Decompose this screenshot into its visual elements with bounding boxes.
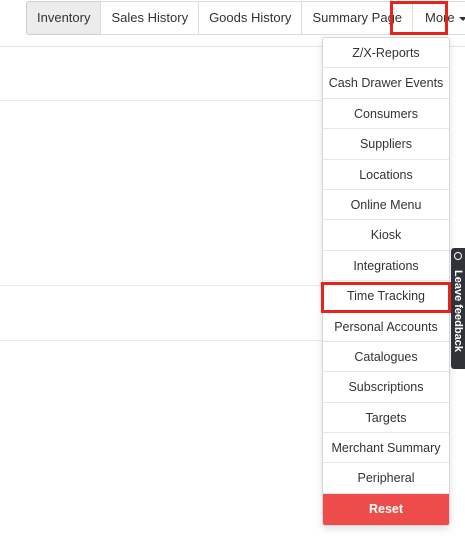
leave-feedback-tab[interactable]: Leave feedback xyxy=(451,248,465,369)
menu-item-consumers[interactable]: Consumers xyxy=(323,99,449,130)
menu-item-online-menu[interactable]: Online Menu xyxy=(323,190,449,221)
reset-button[interactable]: Reset xyxy=(323,493,449,525)
menu-item-personal-accounts[interactable]: Personal Accounts xyxy=(323,312,449,342)
content-divider xyxy=(0,285,325,286)
menu-item-targets[interactable]: Targets xyxy=(323,403,449,434)
more-label: More xyxy=(425,10,455,25)
menu-item-locations[interactable]: Locations xyxy=(323,160,449,190)
menu-item-cash-drawer-events[interactable]: Cash Drawer Events xyxy=(323,68,449,99)
content-divider xyxy=(0,340,325,341)
tab-summary-page[interactable]: Summary Page xyxy=(301,1,414,35)
menu-item-subscriptions[interactable]: Subscriptions xyxy=(323,372,449,403)
menu-item-time-tracking[interactable]: Time Tracking xyxy=(323,281,449,312)
menu-item-kiosk[interactable]: Kiosk xyxy=(323,220,449,251)
content-divider xyxy=(0,100,325,101)
more-dropdown-menu: Z/X-Reports Cash Drawer Events Consumers… xyxy=(322,37,450,526)
more-dropdown-button[interactable]: More xyxy=(412,1,465,35)
tab-goods-history[interactable]: Goods History xyxy=(198,1,303,35)
menu-item-catalogues[interactable]: Catalogues xyxy=(323,342,449,373)
tab-sales-history[interactable]: Sales History xyxy=(100,1,200,35)
menu-item-merchant-summary[interactable]: Merchant Summary xyxy=(323,433,449,464)
menu-item-suppliers[interactable]: Suppliers xyxy=(323,129,449,160)
report-tabs: Inventory Sales History Goods History Su… xyxy=(26,1,465,35)
chat-bubble-icon xyxy=(454,252,462,260)
menu-item-integrations[interactable]: Integrations xyxy=(323,251,449,282)
feedback-label: Leave feedback xyxy=(452,270,464,352)
menu-item-zx-reports[interactable]: Z/X-Reports xyxy=(323,38,449,69)
caret-down-icon xyxy=(458,16,465,21)
tab-inventory[interactable]: Inventory xyxy=(26,1,102,35)
menu-item-peripheral[interactable]: Peripheral xyxy=(323,463,449,494)
